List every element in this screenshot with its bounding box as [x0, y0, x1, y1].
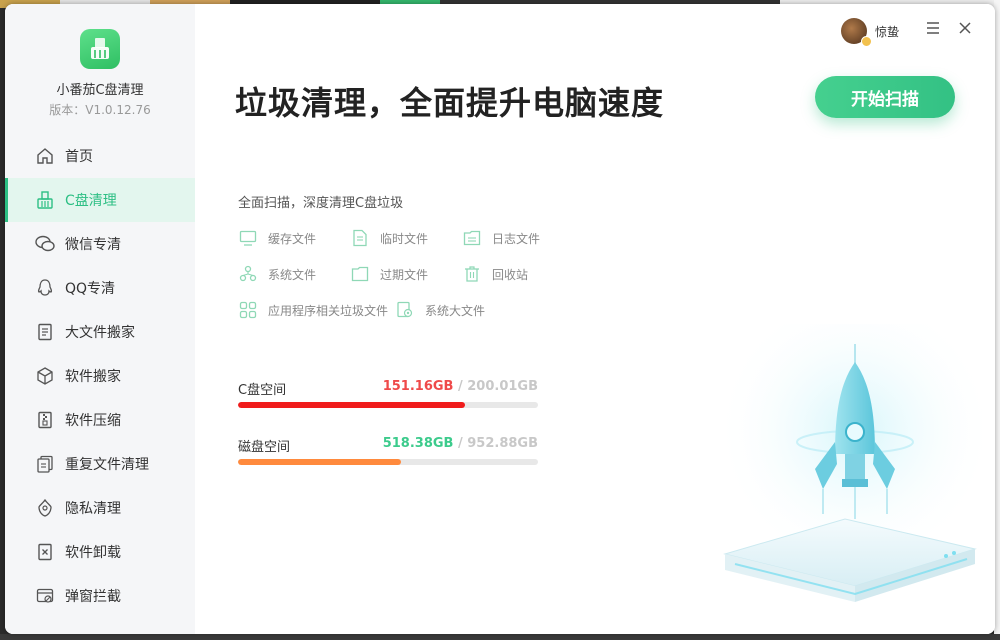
apps-grid-icon: [238, 300, 258, 320]
sidebar-item-software-move[interactable]: 软件搬家: [5, 354, 195, 398]
file-type-item: 回收站: [462, 264, 528, 284]
sidebar-item-popup-block[interactable]: 弹窗拦截: [5, 574, 195, 618]
large-system-file-icon: [395, 300, 415, 320]
file-type-label: 临时文件: [380, 231, 429, 246]
file-type-item: 过期文件: [350, 264, 428, 284]
privacy-shield-icon: [35, 498, 55, 518]
sidebar-item-label: 弹窗拦截: [65, 589, 121, 605]
file-type-label: 系统文件: [268, 267, 317, 282]
file-type-label: 缓存文件: [268, 231, 317, 246]
package-icon: [35, 366, 55, 386]
username[interactable]: 惊蛰: [875, 23, 899, 40]
file-type-item: 系统文件: [238, 264, 316, 284]
c-drive-progress-fill: [238, 402, 465, 408]
disk-label: 磁盘空间: [238, 440, 291, 455]
file-type-item: 应用程序相关垃圾文件: [238, 300, 388, 320]
sidebar: 小番茄C盘清理 版本：V1.0.12.76 首页 C盘清理 微信专清 QQ专清 …: [5, 4, 195, 634]
uninstall-icon: [35, 542, 55, 562]
app-logo-icon: [80, 29, 120, 69]
c-drive-progress-bar: [238, 402, 538, 408]
sidebar-item-qq-clean[interactable]: QQ专清: [5, 266, 195, 310]
disk-total: / 952.88GB: [453, 436, 538, 451]
scan-description: 全面扫描，深度清理C盘垃圾: [238, 196, 404, 211]
large-file-icon: [35, 322, 55, 342]
sidebar-item-label: QQ专清: [65, 281, 116, 297]
sidebar-item-label: C盘清理: [65, 193, 117, 209]
sidebar-item-software-uninstall[interactable]: 软件卸载: [5, 530, 195, 574]
app-name: 小番茄C盘清理: [56, 83, 144, 98]
c-drive-total: / 200.01GB: [453, 379, 538, 394]
file-type-label: 日志文件: [492, 231, 541, 246]
sidebar-item-label: 隐私清理: [65, 501, 121, 517]
page-title: 垃圾清理，全面提升电脑速度: [235, 84, 665, 122]
rocket-illustration: [695, 304, 995, 624]
file-type-label: 回收站: [492, 267, 529, 282]
trash-icon: [462, 264, 482, 284]
sidebar-item-label: 重复文件清理: [65, 457, 149, 473]
file-type-item: 缓存文件: [238, 228, 316, 248]
sidebar-nav: 首页 C盘清理 微信专清 QQ专清 大文件搬家 软件搬家 软件压缩 重复文件清理…: [5, 134, 195, 618]
file-type-item: 临时文件: [350, 228, 428, 248]
monitor-icon: [238, 228, 258, 248]
main-panel: 惊蛰 垃圾清理，全面提升电脑速度 开始扫描 全面扫描，深度清理C盘垃圾 缓存文件: [195, 4, 995, 634]
disk-progress-bar: [238, 459, 538, 465]
disk-progress-fill: [238, 459, 402, 465]
disk-used: 518.38GB: [382, 436, 454, 451]
wechat-icon: [35, 234, 55, 254]
sidebar-item-label: 软件卸载: [65, 545, 121, 561]
desktop-background-bottom: [0, 634, 1000, 640]
sidebar-item-large-file-move[interactable]: 大文件搬家: [5, 310, 195, 354]
c-drive-capacity: 151.16GB / 200.01GB: [383, 379, 538, 394]
qq-icon: [35, 278, 55, 298]
sidebar-item-privacy-clean[interactable]: 隐私清理: [5, 486, 195, 530]
sidebar-item-wechat-clean[interactable]: 微信专清: [5, 222, 195, 266]
close-icon[interactable]: [955, 18, 975, 38]
c-drive-used: 151.16GB: [382, 379, 454, 394]
file-type-label: 过期文件: [380, 267, 429, 282]
sidebar-item-label: 软件压缩: [65, 413, 121, 429]
temp-file-icon: [350, 228, 370, 248]
sidebar-item-label: 微信专清: [65, 237, 121, 253]
app-window: 小番茄C盘清理 版本：V1.0.12.76 首页 C盘清理 微信专清 QQ专清 …: [5, 4, 995, 634]
file-type-item: 日志文件: [462, 228, 540, 248]
c-drive-label: C盘空间: [238, 383, 287, 398]
start-scan-button[interactable]: 开始扫描: [815, 76, 955, 118]
sidebar-item-label: 大文件搬家: [65, 325, 135, 341]
zip-icon: [35, 410, 55, 430]
disk-capacity: 518.38GB / 952.88GB: [383, 436, 538, 451]
window-top-bar: 惊蛰: [795, 4, 995, 59]
menu-icon[interactable]: [923, 18, 943, 38]
sidebar-item-label: 软件搬家: [65, 369, 121, 385]
file-type-label: 应用程序相关垃圾文件: [268, 303, 389, 318]
sidebar-item-duplicate-file-clean[interactable]: 重复文件清理: [5, 442, 195, 486]
sidebar-item-software-compress[interactable]: 软件压缩: [5, 398, 195, 442]
file-type-label: 系统大文件: [425, 303, 486, 318]
app-version: 版本：V1.0.12.76: [49, 103, 151, 117]
sidebar-item-home[interactable]: 首页: [5, 134, 195, 178]
vip-badge-icon: [861, 36, 872, 47]
expired-folder-icon: [350, 264, 370, 284]
home-icon: [35, 146, 55, 166]
broom-icon: [35, 190, 55, 210]
file-type-item: 系统大文件: [395, 300, 485, 320]
log-folder-icon: [462, 228, 482, 248]
sidebar-item-c-drive-clean[interactable]: C盘清理: [5, 178, 195, 222]
popup-block-icon: [35, 586, 55, 606]
sidebar-item-label: 首页: [65, 149, 93, 165]
duplicate-file-icon: [35, 454, 55, 474]
system-file-icon: [238, 264, 258, 284]
